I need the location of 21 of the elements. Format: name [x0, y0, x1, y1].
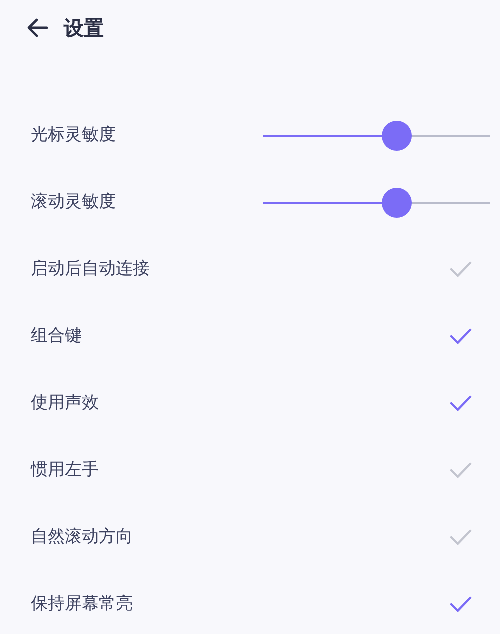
check-icon[interactable] [450, 529, 472, 546]
back-icon [27, 18, 49, 38]
back-button[interactable] [26, 16, 50, 40]
setting-label: 使用声效 [31, 392, 99, 415]
setting-label: 滚动灵敏度 [31, 190, 116, 214]
check-icon[interactable] [450, 462, 472, 479]
slider[interactable] [263, 188, 490, 218]
check-icon[interactable] [450, 596, 472, 613]
check-icon[interactable] [450, 395, 472, 412]
setting-label: 光标灵敏度 [31, 124, 116, 147]
slider-thumb[interactable] [382, 188, 412, 218]
page-title: 设置 [64, 15, 104, 42]
setting-label: 保持屏幕常亮 [31, 592, 133, 616]
setting-label: 自然滚动方向 [31, 526, 133, 549]
setting-label: 惯用左手 [31, 458, 99, 482]
slider-thumb[interactable] [382, 120, 412, 150]
check-icon[interactable] [450, 328, 472, 345]
slider[interactable] [263, 120, 490, 150]
setting-label: 启动后自动连接 [31, 258, 150, 281]
check-icon[interactable] [450, 261, 472, 278]
setting-label: 组合键 [31, 324, 82, 348]
